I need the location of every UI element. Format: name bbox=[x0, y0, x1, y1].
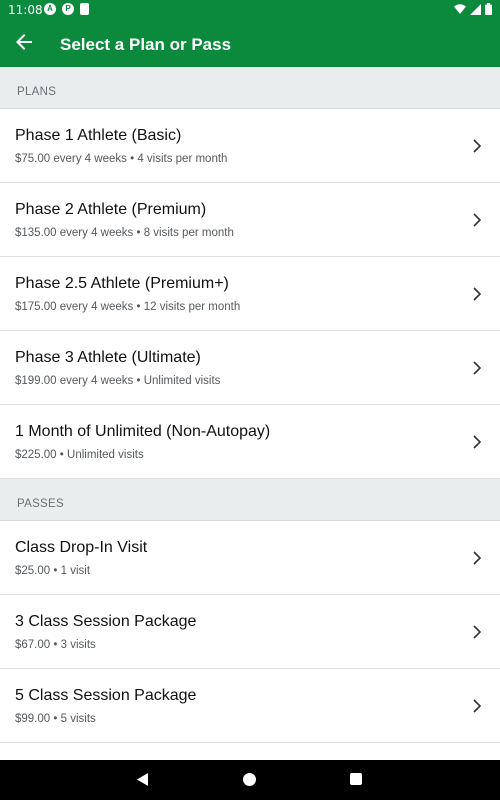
chevron-right-icon bbox=[473, 361, 482, 375]
plan-item-unlimited-month[interactable]: 1 Month of Unlimited (Non-Autopay) $225.… bbox=[0, 405, 500, 479]
item-description: $175.00 every 4 weeks • 12 visits per mo… bbox=[15, 301, 241, 313]
wifi-icon bbox=[454, 3, 466, 14]
status-bar: 11:08 A P bbox=[0, 0, 500, 20]
back-triangle-icon[interactable] bbox=[136, 772, 149, 787]
section-title: PASSES bbox=[17, 498, 64, 510]
item-name: Phase 2 Athlete (Premium) bbox=[15, 201, 207, 218]
chevron-right-icon bbox=[473, 625, 482, 639]
item-description: $75.00 every 4 weeks • 4 visits per mont… bbox=[15, 153, 228, 165]
app-bar: Select a Plan or Pass bbox=[0, 20, 500, 67]
section-title: PLANS bbox=[17, 86, 57, 98]
recents-square-icon[interactable] bbox=[350, 773, 362, 785]
notification-icons: A P bbox=[44, 3, 89, 15]
chevron-right-icon bbox=[473, 139, 482, 153]
p-icon: P bbox=[62, 3, 74, 15]
home-circle-icon[interactable] bbox=[243, 773, 256, 786]
item-description: $99.00 • 5 visits bbox=[15, 713, 96, 725]
a-icon: A bbox=[44, 3, 56, 15]
item-description: $135.00 every 4 weeks • 8 visits per mon… bbox=[15, 227, 234, 239]
pass-item-3-class[interactable]: 3 Class Session Package $67.00 • 3 visit… bbox=[0, 595, 500, 669]
chevron-right-icon bbox=[473, 699, 482, 713]
sd-card-icon bbox=[80, 3, 89, 15]
status-time: 11:08 bbox=[8, 3, 43, 17]
chevron-right-icon bbox=[473, 287, 482, 301]
item-name: 1 Month of Unlimited (Non-Autopay) bbox=[15, 423, 271, 440]
pass-item-drop-in[interactable]: Class Drop-In Visit $25.00 • 1 visit bbox=[0, 521, 500, 595]
item-name: Phase 1 Athlete (Basic) bbox=[15, 127, 182, 144]
item-description: $199.00 every 4 weeks • Unlimited visits bbox=[15, 375, 221, 387]
system-nav-bar bbox=[0, 760, 500, 800]
item-description: $225.00 • Unlimited visits bbox=[15, 449, 144, 461]
item-name: 3 Class Session Package bbox=[15, 613, 197, 630]
plan-list: PLANS Phase 1 Athlete (Basic) $75.00 eve… bbox=[0, 67, 500, 760]
plan-item-phase-1[interactable]: Phase 1 Athlete (Basic) $75.00 every 4 w… bbox=[0, 109, 500, 183]
item-name: Phase 2.5 Athlete (Premium+) bbox=[15, 275, 229, 292]
item-name: 5 Class Session Package bbox=[15, 687, 197, 704]
section-header-plans: PLANS bbox=[0, 67, 500, 109]
section-header-passes: PASSES bbox=[0, 479, 500, 521]
signal-icon bbox=[470, 3, 481, 15]
battery-icon bbox=[485, 3, 492, 15]
item-description: $67.00 • 3 visits bbox=[15, 639, 96, 651]
chevron-right-icon bbox=[473, 435, 482, 449]
item-name: Class Drop-In Visit bbox=[15, 539, 148, 556]
plan-item-phase-2-5[interactable]: Phase 2.5 Athlete (Premium+) $175.00 eve… bbox=[0, 257, 500, 331]
plan-item-phase-3[interactable]: Phase 3 Athlete (Ultimate) $199.00 every… bbox=[0, 331, 500, 405]
pass-item-5-class[interactable]: 5 Class Session Package $99.00 • 5 visit… bbox=[0, 669, 500, 743]
item-description: $25.00 • 1 visit bbox=[15, 565, 91, 577]
chevron-right-icon bbox=[473, 551, 482, 565]
chevron-right-icon bbox=[473, 213, 482, 227]
plan-item-phase-2[interactable]: Phase 2 Athlete (Premium) $135.00 every … bbox=[0, 183, 500, 257]
system-icons bbox=[454, 3, 492, 15]
page-title: Select a Plan or Pass bbox=[60, 35, 232, 54]
arrow-left-icon[interactable] bbox=[12, 30, 36, 54]
item-name: Phase 3 Athlete (Ultimate) bbox=[15, 349, 201, 366]
